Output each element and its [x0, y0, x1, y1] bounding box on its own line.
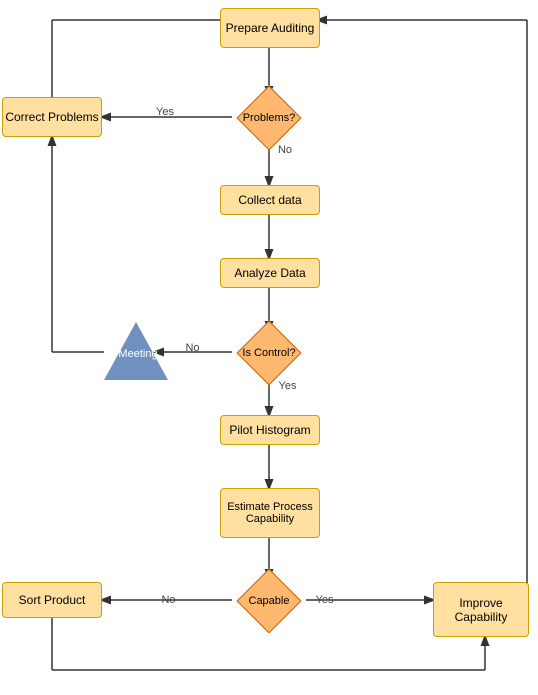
prepare-auditing-label: Prepare Auditing [226, 21, 315, 35]
meeting-label: Meeting [108, 348, 168, 360]
improve-capability-label: Improve Capability [434, 596, 528, 624]
capable-label: Capable [234, 578, 304, 624]
collect-data-node: Collect data [220, 185, 320, 215]
estimate-process-label: Estimate Process Capability [221, 501, 319, 525]
collect-data-label: Collect data [238, 193, 301, 207]
yes2-label: Yes [275, 378, 300, 394]
yes1-label: Yes [150, 104, 180, 120]
no2-label: No [180, 340, 205, 356]
estimate-process-node: Estimate Process Capability [220, 488, 320, 538]
pilot-histogram-node: Pilot Histogram [220, 415, 320, 445]
sort-product-node: Sort Product [2, 582, 102, 618]
is-control-label: Is Control? [232, 330, 306, 376]
analyze-data-node: Analyze Data [220, 258, 320, 288]
prepare-auditing-node: Prepare Auditing [220, 8, 320, 48]
pilot-histogram-label: Pilot Histogram [229, 423, 310, 437]
improve-capability-node: Improve Capability [433, 582, 529, 637]
problems-label: Problems? [234, 95, 304, 141]
correct-problems-label: Correct Problems [5, 110, 98, 124]
sort-product-label: Sort Product [19, 593, 86, 607]
correct-problems-node: Correct Problems [2, 97, 102, 137]
yes3-label: Yes [312, 592, 337, 608]
analyze-data-label: Analyze Data [234, 266, 305, 280]
no3-label: No [156, 592, 181, 608]
no1-label: No [275, 142, 295, 158]
